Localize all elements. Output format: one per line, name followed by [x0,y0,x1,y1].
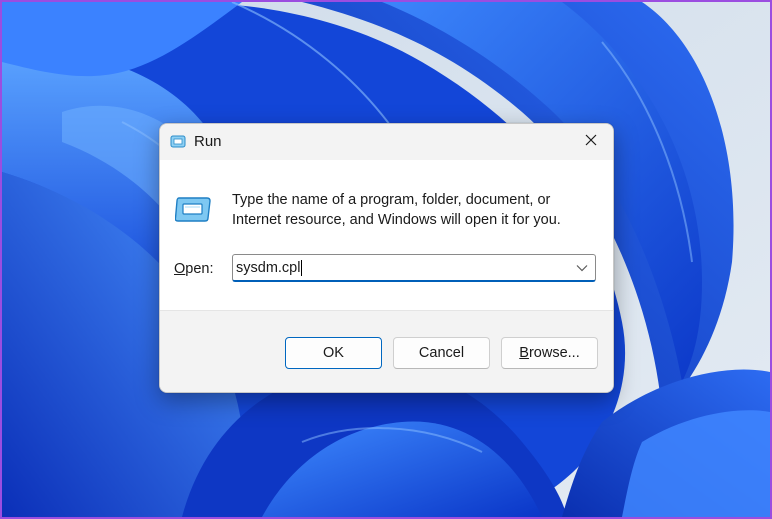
cancel-button[interactable]: Cancel [393,337,490,369]
open-label-text: pen: [185,261,214,277]
browse-button[interactable]: Browse... [501,337,598,369]
run-icon [170,135,186,149]
browse-accelerator: B [519,345,529,361]
open-label-accelerator: O [174,261,186,277]
instructions-line-2: Internet resource, and Windows will open… [232,212,561,228]
browse-label: rowse... [528,345,580,361]
run-icon [174,196,211,222]
title-bar[interactable]: Run [160,124,613,160]
dialog-body: Type the name of a program, folder, docu… [160,160,613,310]
instructions-text: Type the name of a program, folder, docu… [232,190,592,230]
text-caret [301,260,302,276]
screen: Run Type the name of a program, folder, … [0,0,772,519]
button-bar: OK Cancel Browse... [160,310,613,392]
chevron-down-icon [576,259,588,277]
dropdown-button[interactable] [573,259,591,277]
ok-button[interactable]: OK [285,337,382,369]
open-input[interactable] [236,256,566,280]
window-title: Run [194,133,222,150]
open-label: Open: [174,261,214,277]
close-icon [585,133,597,151]
close-button[interactable] [569,124,613,160]
instructions-line-1: Type the name of a program, folder, docu… [232,192,551,208]
open-combobox[interactable] [232,254,596,282]
run-dialog: Run Type the name of a program, folder, … [159,123,614,393]
